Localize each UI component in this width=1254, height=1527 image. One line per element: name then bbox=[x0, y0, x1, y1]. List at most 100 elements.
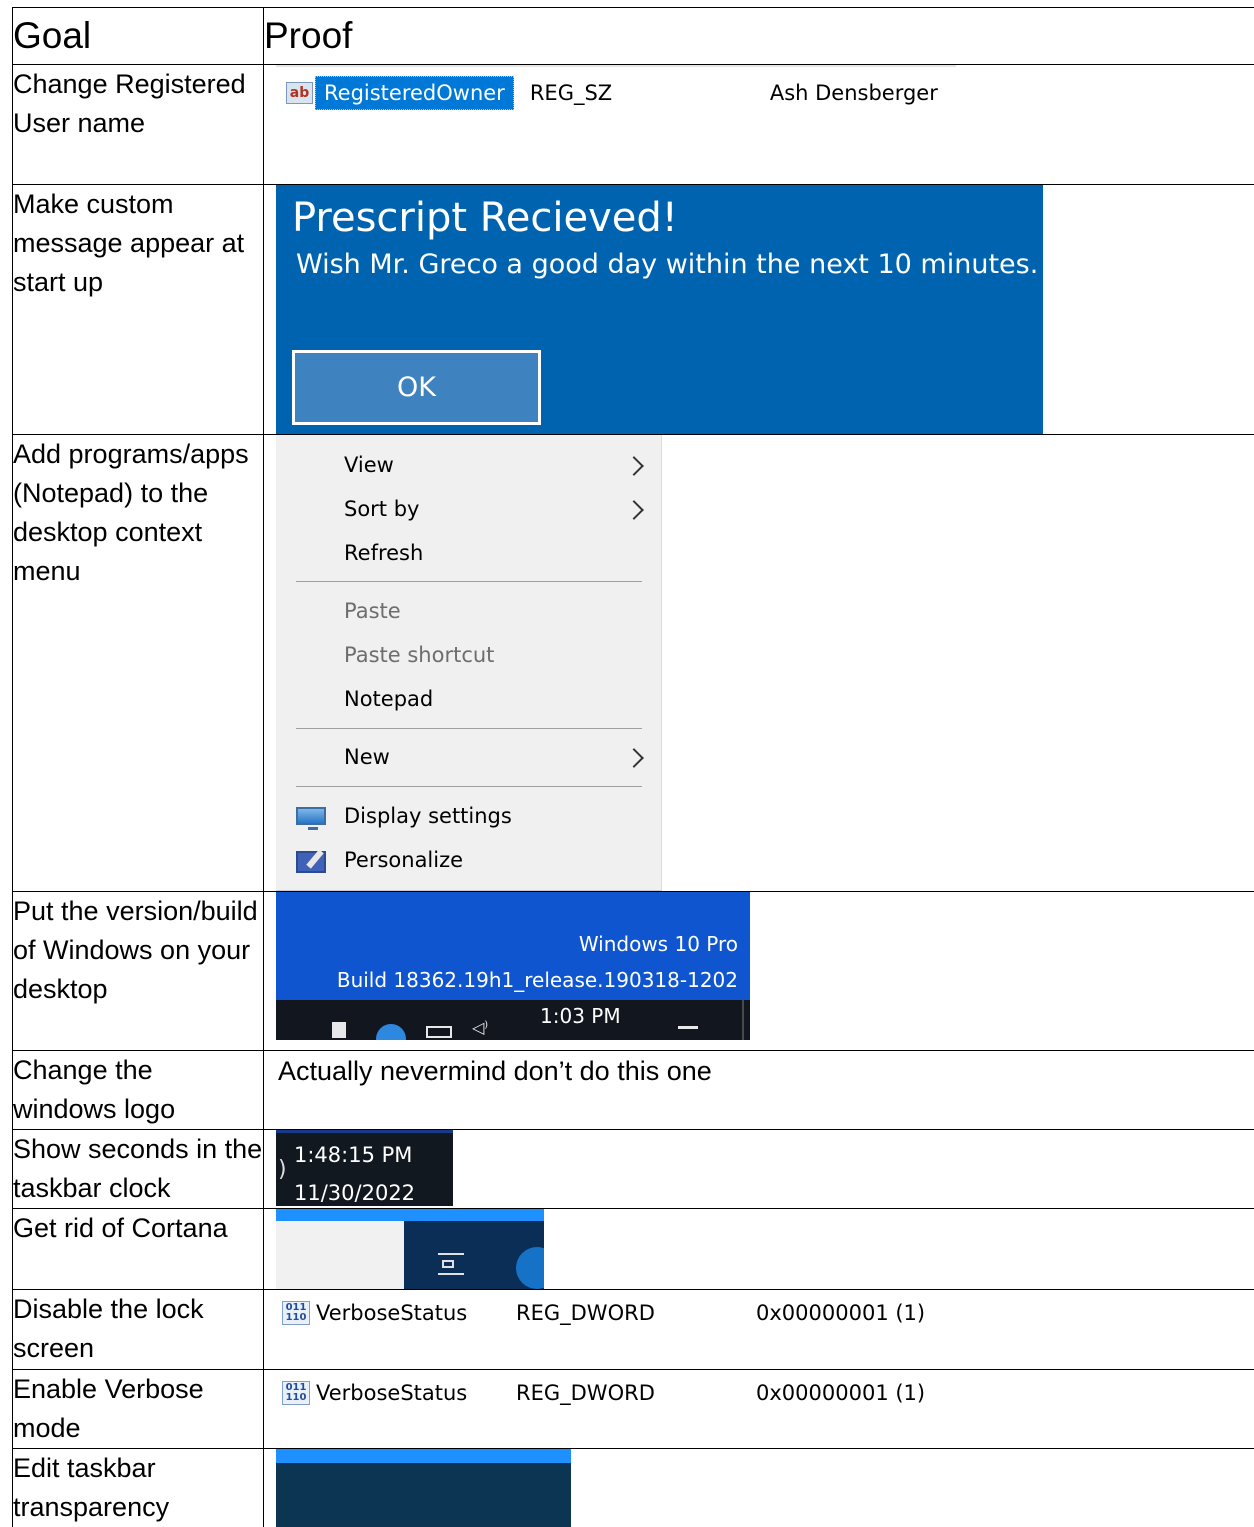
menu-item-label: New bbox=[344, 745, 390, 769]
personalize-icon bbox=[296, 849, 326, 873]
registry-value-name: VerboseStatus bbox=[316, 1301, 468, 1325]
proof-cell: 011 110 VerboseStatus REG_DWORD 0x000000… bbox=[263, 1289, 1254, 1370]
volume-icon-fragment: ) bbox=[278, 1157, 287, 1182]
transparent-taskbar-screenshot bbox=[276, 1449, 571, 1527]
menu-separator bbox=[296, 786, 642, 787]
registry-value-name: VerboseStatus bbox=[316, 1381, 468, 1405]
registry-value-data: Ash Densberger bbox=[769, 81, 938, 105]
clock-time: 1:48:15 PM bbox=[294, 1143, 413, 1167]
menu-item-label: Paste bbox=[344, 599, 401, 623]
windows-version-text: Windows 10 Pro bbox=[578, 932, 738, 956]
network-icon bbox=[426, 1026, 452, 1038]
desktop-strip bbox=[276, 1449, 571, 1463]
registry-entry-registered-owner: ab RegisteredOwner REG_SZ Ash Densberger bbox=[276, 65, 1254, 121]
string-value-icon: ab bbox=[286, 82, 313, 104]
task-view-icon bbox=[438, 1253, 464, 1275]
table-row: Show seconds in the taskbar clock ) 1:48… bbox=[12, 1129, 1254, 1209]
proof-cell bbox=[263, 1448, 1254, 1527]
registry-value-data: 0x00000001 (1) bbox=[756, 1381, 926, 1405]
registry-value-name: RegisteredOwner bbox=[315, 76, 514, 110]
menu-item-new: New bbox=[344, 735, 390, 779]
registry-entry-verbose-status: 011 110 VerboseStatus REG_DWORD 0x000000… bbox=[276, 1290, 1254, 1336]
divider bbox=[276, 65, 956, 67]
message-title: Prescript Recieved! bbox=[292, 195, 678, 241]
proof-cell: 011 110 VerboseStatus REG_DWORD 0x000000… bbox=[263, 1369, 1254, 1449]
taskbar-time: 1:03 PM bbox=[540, 1004, 621, 1028]
proof-cell: Windows 10 Pro Build 18362.19h1_release.… bbox=[263, 891, 1254, 1051]
display-settings-icon bbox=[296, 807, 326, 830]
menu-separator bbox=[296, 728, 642, 729]
menu-item-refresh: Refresh bbox=[344, 531, 423, 575]
menu-item-notepad: Notepad bbox=[344, 677, 433, 721]
menu-item-paste: Paste bbox=[344, 589, 401, 633]
volume-icon: ◁⁾ bbox=[472, 1018, 489, 1037]
goal-cell: Make custom message appear at start up bbox=[12, 184, 264, 435]
goal-cell: Edit taskbar transparency bbox=[12, 1448, 264, 1527]
clock-date: 11/30/2022 bbox=[294, 1181, 416, 1205]
proof-cell: ) 1:48:15 PM 11/30/2022 bbox=[263, 1129, 1254, 1209]
desktop-watermark-screenshot: Windows 10 Pro Build 18362.19h1_release.… bbox=[276, 892, 750, 1040]
goal-cell: Enable Verbose mode bbox=[12, 1369, 264, 1449]
goal-cell: Change Registered User name bbox=[12, 64, 264, 185]
goal-cell: Put the version/build of Windows on your… bbox=[12, 891, 264, 1051]
registry-entry-verbose-status: 011 110 VerboseStatus REG_DWORD 0x000000… bbox=[276, 1370, 1254, 1416]
menu-item-sort-by: Sort by bbox=[344, 487, 419, 531]
windows-build-text: Build 18362.19h1_release.190318-1202 bbox=[336, 968, 738, 992]
notification-icon bbox=[678, 1026, 698, 1040]
table-row: Change the windows logo Actually nevermi… bbox=[12, 1050, 1254, 1130]
table-row: Edit taskbar transparency bbox=[12, 1448, 1254, 1527]
goal-cell: Change the windows logo bbox=[12, 1050, 264, 1130]
security-shield-icon bbox=[332, 1022, 346, 1038]
message-body: Wish Mr. Greco a good day within the nex… bbox=[296, 249, 1039, 280]
menu-item-display-settings: Display settings bbox=[344, 794, 512, 838]
desktop-strip bbox=[276, 1209, 544, 1221]
registry-value-data: 0x00000001 (1) bbox=[756, 1301, 926, 1325]
ok-button: OK bbox=[291, 349, 542, 426]
menu-item-label: Paste shortcut bbox=[344, 643, 495, 667]
goal-cell: Get rid of Cortana bbox=[12, 1208, 264, 1290]
taskbar-clock: ) 1:48:15 PM 11/30/2022 bbox=[276, 1130, 453, 1206]
browser-icon bbox=[376, 1024, 406, 1040]
cortana-removed-taskbar bbox=[276, 1209, 544, 1289]
table-row: Make custom message appear at start up P… bbox=[12, 184, 1254, 435]
taskbar-search-area bbox=[276, 1221, 404, 1289]
goal-proof-table: Goal Proof Change Registered User name a… bbox=[12, 7, 1254, 1527]
proof-cell: Actually nevermind don’t do this one bbox=[263, 1050, 1254, 1130]
goal-column-header: Goal bbox=[12, 7, 264, 65]
table-row: Change Registered User name ab Registere… bbox=[12, 64, 1254, 185]
proof-text: Actually nevermind don’t do this one bbox=[278, 1056, 712, 1086]
goal-cell: Add programs/apps (Notepad) to the deskt… bbox=[12, 434, 264, 892]
proof-cell: Prescript Recieved! Wish Mr. Greco a goo… bbox=[263, 184, 1254, 435]
taskbar-segment bbox=[276, 1463, 571, 1527]
menu-item-label: Notepad bbox=[344, 687, 434, 711]
menu-item-personalize: Personalize bbox=[344, 838, 463, 882]
show-desktop-edge bbox=[742, 1000, 744, 1040]
taskbar: 1:03 PM ◁⁾ bbox=[276, 1000, 750, 1040]
goal-cell: Show seconds in the taskbar clock bbox=[12, 1129, 264, 1209]
menu-item-label: Refresh bbox=[344, 541, 424, 565]
proof-cell: ab RegisteredOwner REG_SZ Ash Densberger bbox=[263, 64, 1254, 185]
desktop-context-menu: View Sort by Refresh Paste Paste shortcu… bbox=[276, 435, 662, 891]
proof-column-header: Proof bbox=[263, 7, 1254, 65]
table-header-row: Goal Proof bbox=[12, 7, 1254, 65]
registry-value-type: REG_DWORD bbox=[516, 1301, 655, 1325]
menu-separator bbox=[296, 581, 642, 582]
startup-message-box: Prescript Recieved! Wish Mr. Greco a goo… bbox=[276, 185, 1043, 434]
table-row: Enable Verbose mode 011 110 VerboseStatu… bbox=[12, 1369, 1254, 1449]
table-row: Disable the lock screen 011 110 VerboseS… bbox=[12, 1289, 1254, 1370]
binary-value-icon: 011 110 bbox=[282, 1381, 310, 1405]
table-row: Get rid of Cortana bbox=[12, 1208, 1254, 1290]
menu-item-paste-shortcut: Paste shortcut bbox=[344, 633, 494, 677]
proof-cell: View Sort by Refresh Paste Paste shortcu… bbox=[263, 434, 1254, 892]
menu-item-label: Personalize bbox=[344, 848, 464, 872]
registry-value-type: REG_SZ bbox=[529, 81, 613, 105]
table-row: Add programs/apps (Notepad) to the deskt… bbox=[12, 434, 1254, 892]
chevron-right-icon bbox=[624, 748, 644, 768]
binary-value-icon: 011 110 bbox=[282, 1301, 310, 1325]
menu-item-label: View bbox=[344, 453, 394, 477]
goal-cell: Disable the lock screen bbox=[12, 1289, 264, 1370]
menu-item-label: Sort by bbox=[344, 497, 420, 521]
registry-value-type: REG_DWORD bbox=[516, 1381, 655, 1405]
table-row: Put the version/build of Windows on your… bbox=[12, 891, 1254, 1051]
chevron-right-icon bbox=[624, 500, 644, 520]
